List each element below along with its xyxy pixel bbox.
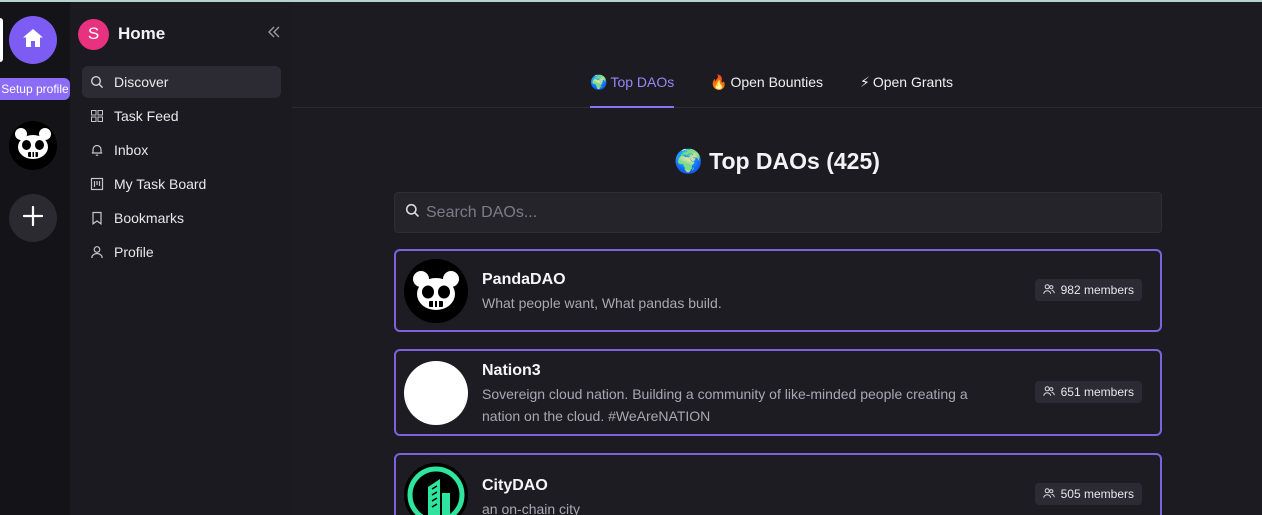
members-icon	[1042, 283, 1055, 298]
tab-open-bounties[interactable]: 🔥 Open Bounties	[710, 74, 823, 108]
tab-top-daos[interactable]: 🌍 Top DAOs	[590, 74, 675, 108]
nation3-logo-icon	[404, 361, 468, 425]
sidebar-item-inbox[interactable]: Inbox	[82, 134, 281, 166]
dao-card-nation3[interactable]: Nation3 Sovereign cloud nation. Building…	[394, 349, 1162, 436]
globe-icon: 🌍	[590, 74, 608, 90]
avatar[interactable]: S	[78, 18, 109, 50]
panda-logo-icon	[10, 120, 56, 172]
search-input[interactable]	[426, 203, 1146, 222]
plus-icon	[22, 205, 44, 232]
main-content: 🌍 Top DAOs 🔥 Open Bounties ⚡ Open Grants…	[292, 2, 1262, 515]
bell-icon	[90, 143, 104, 157]
citydao-logo-icon	[404, 463, 468, 515]
setup-profile-button[interactable]: Setup profile	[0, 78, 70, 100]
members-count: 651 members	[1060, 385, 1134, 399]
sidebar-item-discover[interactable]: Discover	[82, 66, 281, 98]
sidebar-item-task-feed[interactable]: Task Feed	[82, 100, 281, 132]
double-chevron-left-icon	[267, 25, 281, 44]
lightning-icon: ⚡	[860, 74, 870, 90]
sidebar-item-label: Discover	[114, 74, 169, 90]
sidebar-item-profile[interactable]: Profile	[82, 236, 281, 268]
members-badge: 505 members	[1034, 483, 1142, 505]
members-badge: 651 members	[1034, 381, 1142, 403]
home-icon	[21, 26, 45, 55]
pandadao-workspace-button[interactable]	[9, 120, 57, 172]
collapse-sidebar-button[interactable]	[264, 24, 284, 44]
members-count: 982 members	[1060, 283, 1134, 297]
dao-name: PandaDAO	[482, 271, 566, 288]
sidebar-item-my-task-board[interactable]: My Task Board	[82, 168, 281, 200]
dao-description: Sovereign cloud nation. Building a commu…	[482, 386, 968, 424]
members-badge: 982 members	[1034, 279, 1142, 301]
sidebar: S Home Discover Task Feed Inbox My Task …	[70, 2, 292, 515]
dao-name: CityDAO	[482, 477, 548, 494]
tab-bar: 🌍 Top DAOs 🔥 Open Bounties ⚡ Open Grants	[292, 2, 1262, 108]
sidebar-item-label: Bookmarks	[114, 210, 185, 226]
sidebar-header: S Home	[78, 18, 284, 50]
sidebar-item-label: Inbox	[114, 142, 149, 158]
dao-description: an on-chain city	[482, 501, 581, 515]
active-indicator	[0, 18, 3, 62]
sidebar-item-label: Profile	[114, 244, 154, 260]
dao-name: Nation3	[482, 362, 541, 379]
tab-label: Open Bounties	[730, 74, 824, 90]
sidebar-item-label: Task Feed	[114, 108, 179, 124]
user-icon	[90, 245, 104, 259]
sidebar-item-bookmarks[interactable]: Bookmarks	[82, 202, 281, 234]
home-button[interactable]	[9, 16, 57, 64]
grid-icon	[90, 109, 104, 123]
search-bar[interactable]	[394, 192, 1162, 233]
search-icon	[90, 75, 104, 89]
sidebar-item-label: My Task Board	[114, 176, 207, 192]
sidebar-title: Home	[118, 24, 166, 43]
page-title: 🌍 Top DAOs (425)	[674, 148, 880, 174]
dao-card-citydao[interactable]: CityDAO an on-chain city 505 members	[394, 453, 1162, 515]
kanban-icon	[90, 177, 104, 191]
tab-label: Top DAOs	[610, 74, 675, 90]
tab-open-grants[interactable]: ⚡ Open Grants	[860, 74, 953, 108]
members-icon	[1042, 385, 1055, 400]
add-workspace-button[interactable]	[9, 194, 57, 242]
workspace-rail: Setup profile	[0, 2, 70, 515]
search-icon	[405, 203, 420, 223]
dao-description: What people want, What pandas build.	[482, 295, 722, 311]
panda-logo-icon	[404, 259, 468, 323]
fire-icon: 🔥	[710, 74, 728, 90]
members-count: 505 members	[1060, 487, 1134, 501]
tab-label: Open Grants	[872, 74, 953, 90]
members-icon	[1042, 487, 1055, 502]
bookmark-icon	[90, 211, 104, 225]
sidebar-nav: Discover Task Feed Inbox My Task Board B…	[82, 66, 281, 270]
dao-card-pandadao[interactable]: PandaDAO What people want, What pandas b…	[394, 249, 1162, 332]
